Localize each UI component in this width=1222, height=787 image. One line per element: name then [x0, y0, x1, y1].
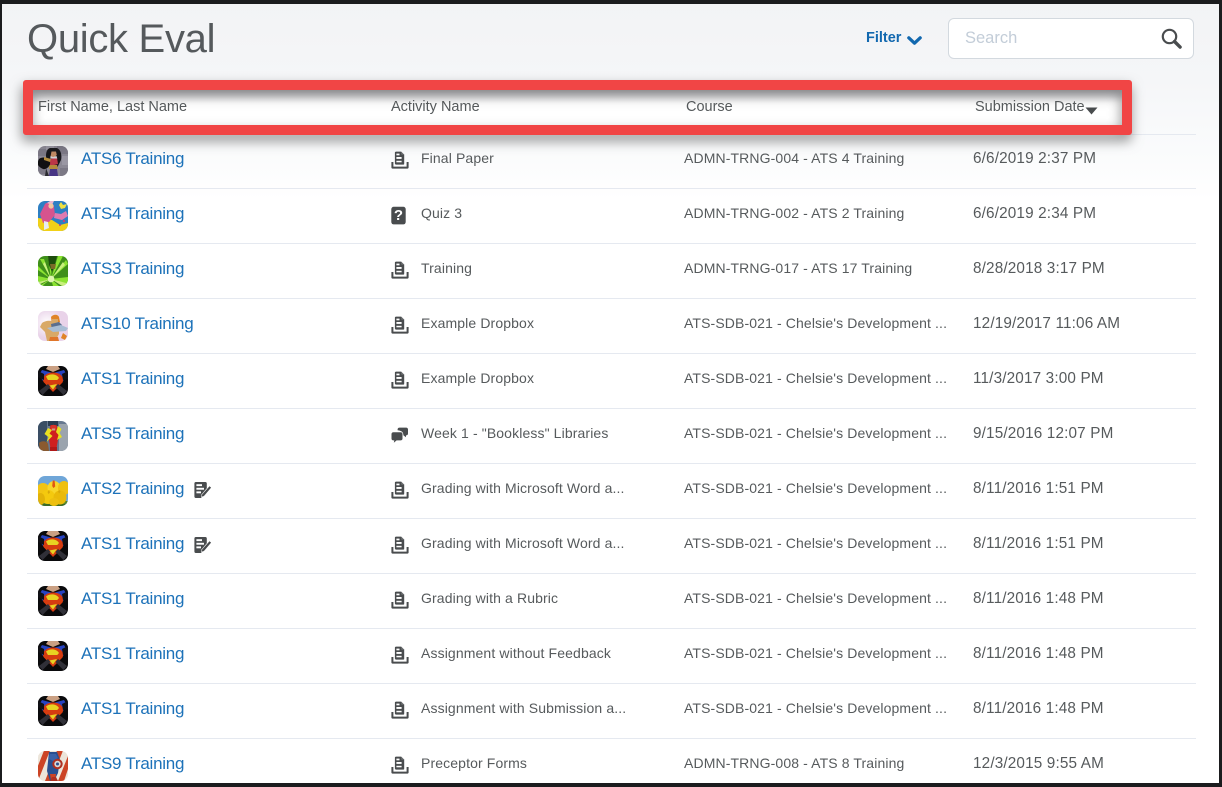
svg-text:?: ? [394, 207, 403, 224]
